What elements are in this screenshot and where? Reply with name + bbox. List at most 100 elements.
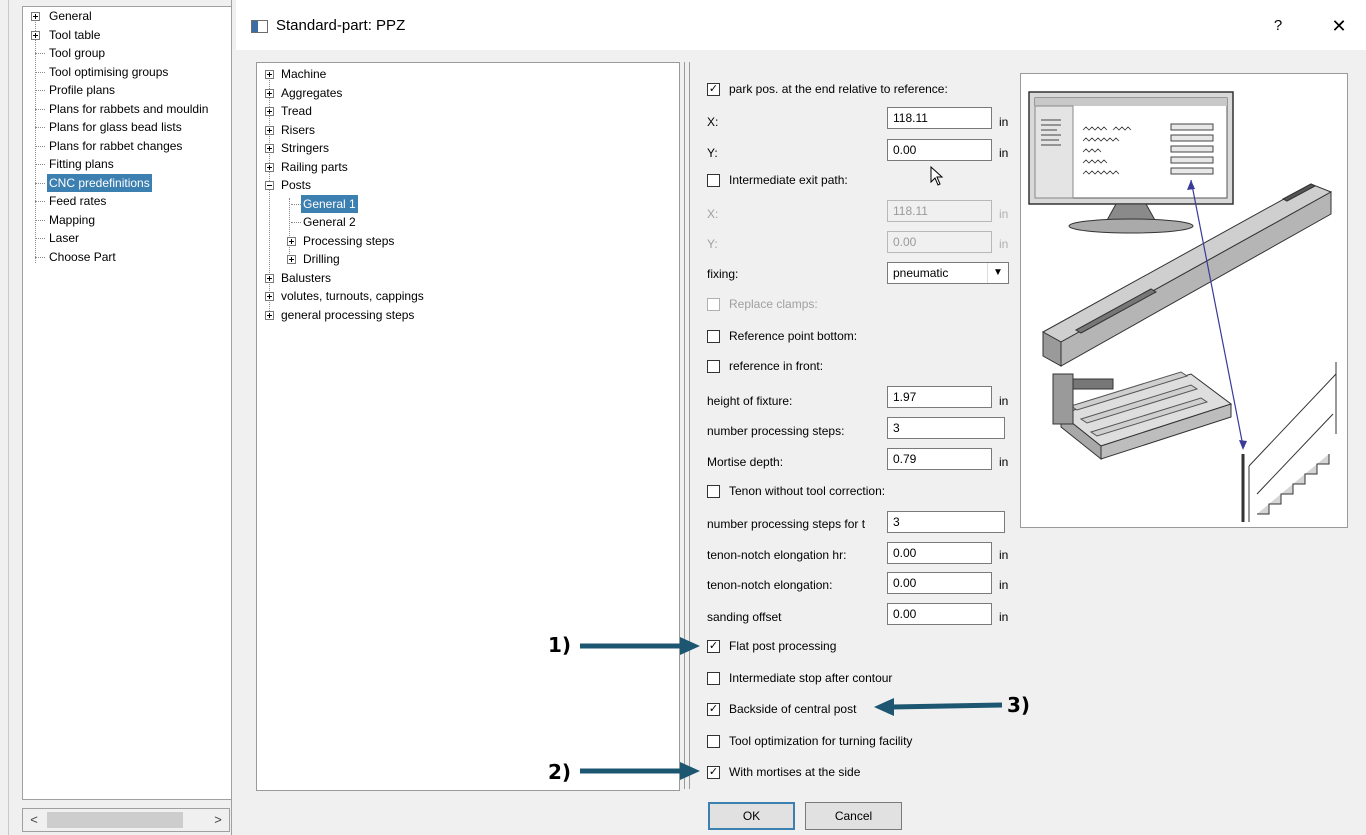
settings-tree-item[interactable]: Profile plans bbox=[23, 81, 231, 100]
expand-plus-icon[interactable] bbox=[265, 292, 274, 301]
category-tree-item[interactable]: volutes, turnouts, cappings bbox=[257, 287, 677, 305]
reference-bottom-checkbox[interactable] bbox=[707, 330, 720, 343]
expand-plus-icon[interactable] bbox=[287, 236, 296, 246]
category-tree-item-label: Balusters bbox=[281, 270, 332, 285]
scroll-left-arrow-icon[interactable]: < bbox=[25, 811, 43, 829]
settings-tree-item[interactable]: Mapping bbox=[23, 211, 231, 230]
settings-tree-item[interactable]: Fitting plans bbox=[23, 155, 231, 174]
settings-tree-item[interactable]: CNC predefinitions bbox=[23, 173, 231, 193]
category-tree[interactable]: Machine Aggregates Tread Risers Stringers Rai… bbox=[256, 62, 680, 791]
settings-tree-item-label: Feed rates bbox=[49, 194, 107, 208]
tree-connector bbox=[35, 201, 45, 202]
settings-tree-item-label: Mapping bbox=[49, 212, 96, 227]
park-pos-checkbox[interactable]: ✓ bbox=[707, 83, 720, 96]
chevron-down-icon[interactable]: ▼ bbox=[987, 263, 1008, 283]
category-tree-item[interactable]: Posts bbox=[257, 176, 677, 194]
intermediate-stop-checkbox[interactable] bbox=[707, 672, 720, 685]
settings-tree-item[interactable]: Tool optimising groups bbox=[23, 63, 231, 82]
category-tree-item[interactable]: general processing steps bbox=[257, 306, 677, 324]
settings-tree-item-label: General bbox=[49, 9, 92, 23]
expand-plus-icon[interactable] bbox=[265, 88, 274, 98]
expand-plus-icon[interactable] bbox=[265, 310, 274, 320]
horizontal-scrollbar[interactable]: < > bbox=[22, 808, 230, 832]
fixing-select[interactable]: pneumatic ▼ bbox=[887, 262, 1009, 284]
expand-plus-icon[interactable] bbox=[287, 255, 296, 264]
category-tree-item[interactable]: Drilling bbox=[257, 250, 677, 268]
expand-plus-icon[interactable] bbox=[265, 107, 274, 116]
settings-tree-item[interactable]: Plans for rabbet changes bbox=[23, 137, 231, 156]
mortise-depth-input[interactable]: 0.79 bbox=[887, 448, 992, 470]
settings-tree-item-label: Tool optimising groups bbox=[49, 64, 169, 79]
dialog-title: Standard-part: PPZ bbox=[276, 17, 406, 34]
scrollbar-thumb[interactable] bbox=[47, 812, 183, 828]
scroll-right-arrow-icon[interactable]: > bbox=[209, 811, 227, 829]
category-tree-item[interactable]: Railing parts bbox=[257, 158, 677, 176]
expand-plus-icon[interactable] bbox=[265, 273, 274, 283]
category-tree-item[interactable]: General 2 bbox=[257, 213, 677, 231]
expand-plus-icon[interactable] bbox=[265, 144, 274, 153]
settings-tree-item[interactable]: Tool table bbox=[23, 26, 231, 45]
collapse-minus-icon[interactable] bbox=[265, 181, 274, 190]
category-tree-item[interactable]: Processing steps bbox=[257, 232, 677, 250]
height-fixture-input[interactable]: 1.97 bbox=[887, 386, 992, 408]
expand-plus-icon[interactable] bbox=[265, 70, 274, 79]
annotation-1-label: 1) bbox=[548, 633, 572, 657]
expand-plus-icon[interactable] bbox=[31, 30, 40, 40]
settings-tree-item[interactable]: Plans for glass bead lists bbox=[23, 118, 231, 137]
exit-y-unit: in bbox=[999, 237, 1009, 251]
reference-front-checkbox[interactable] bbox=[707, 360, 720, 373]
expand-plus-icon[interactable] bbox=[31, 12, 40, 21]
panel-divider bbox=[684, 62, 690, 789]
expand-plus-icon[interactable] bbox=[265, 162, 274, 172]
category-tree-item[interactable]: Tread bbox=[257, 102, 677, 120]
settings-tree-item[interactable]: Choose Part bbox=[23, 248, 231, 267]
tree-connector bbox=[35, 71, 45, 73]
backside-central-checkbox[interactable]: ✓ bbox=[707, 703, 720, 716]
category-tree-item[interactable]: Risers bbox=[257, 121, 677, 139]
category-tree-item-label: Stringers bbox=[281, 141, 330, 155]
settings-tree-item-label: Tool group bbox=[49, 46, 106, 60]
settings-tree-item-label: Profile plans bbox=[49, 83, 116, 97]
expand-plus-icon[interactable] bbox=[265, 125, 274, 135]
tenon-notch-hr-input[interactable]: 0.00 bbox=[887, 542, 992, 564]
ok-button[interactable]: OK bbox=[708, 802, 795, 830]
sanding-offset-input[interactable]: 0.00 bbox=[887, 603, 992, 625]
tenon-no-correction-checkbox[interactable] bbox=[707, 485, 720, 498]
num-steps-input[interactable]: 3 bbox=[887, 417, 1005, 439]
num-steps-t-input[interactable]: 3 bbox=[887, 511, 1005, 533]
cancel-button[interactable]: Cancel bbox=[805, 802, 902, 830]
stair-post-illustration bbox=[1020, 73, 1348, 528]
settings-tree-item[interactable]: Tool group bbox=[23, 44, 231, 63]
tree-connector bbox=[291, 203, 301, 205]
flat-post-checkbox[interactable]: ✓ bbox=[707, 640, 720, 653]
intermediate-exit-checkbox[interactable] bbox=[707, 174, 720, 187]
tool-optimization-checkbox[interactable] bbox=[707, 735, 720, 748]
settings-tree-item[interactable]: Plans for rabbets and mouldin bbox=[23, 100, 231, 119]
mortise-depth-unit: in bbox=[999, 455, 1009, 469]
category-tree-item[interactable]: Stringers bbox=[257, 139, 677, 157]
category-tree-item[interactable]: Balusters bbox=[257, 269, 677, 287]
standard-part-dialog: Standard-part: PPZ ? ✕ Machine Aggregates… bbox=[236, 0, 1366, 835]
help-button[interactable]: ? bbox=[1266, 14, 1290, 38]
x-input[interactable]: 118.11 bbox=[887, 107, 992, 129]
settings-tree-item[interactable]: General bbox=[23, 7, 231, 26]
x-unit: in bbox=[999, 115, 1009, 129]
category-tree-item[interactable]: General 1 bbox=[257, 194, 677, 213]
mortises-side-checkbox[interactable]: ✓ bbox=[707, 766, 720, 779]
close-icon[interactable]: ✕ bbox=[1326, 14, 1352, 38]
category-tree-item[interactable]: Aggregates bbox=[257, 84, 677, 102]
y-input[interactable]: 0.00 bbox=[887, 139, 992, 161]
settings-tree-item[interactable]: Feed rates bbox=[23, 192, 231, 211]
num-steps-t-label: number processing steps for t bbox=[707, 517, 866, 531]
mortise-depth-label: Mortise depth: bbox=[707, 455, 784, 469]
settings-tree-item[interactable]: Laser bbox=[23, 229, 231, 248]
tenon-notch-input[interactable]: 0.00 bbox=[887, 572, 992, 594]
reference-front-label: reference in front: bbox=[729, 359, 824, 373]
category-tree-item-label: Tread bbox=[281, 104, 312, 118]
settings-tree[interactable]: General Tool table Tool group Tool optimisi… bbox=[22, 6, 232, 800]
tenon-notch-hr-label: tenon-notch elongation hr: bbox=[707, 548, 847, 562]
tool-optimization-label: Tool optimization for turning facility bbox=[729, 734, 913, 748]
exit-y-input: 0.00 bbox=[887, 231, 992, 253]
category-tree-item-label: Posts bbox=[281, 178, 312, 192]
category-tree-item[interactable]: Machine bbox=[257, 65, 677, 83]
